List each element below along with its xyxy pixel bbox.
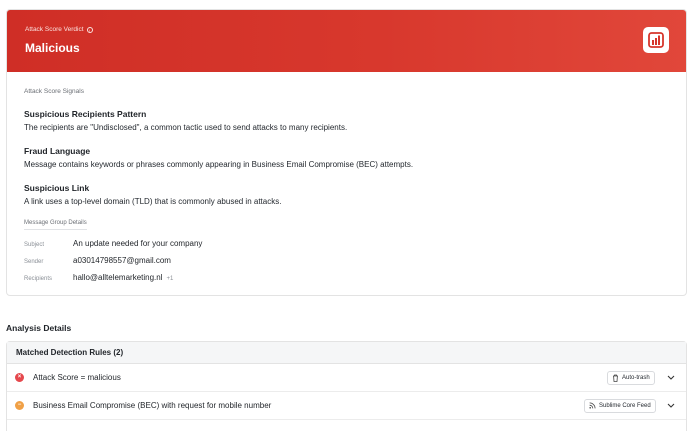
signal-description: A link uses a top-level domain (TLD) tha…	[24, 197, 282, 206]
feed-tag[interactable]: Sublime Core Feed	[584, 398, 656, 413]
signal-description: The recipients are "Undisclosed", a comm…	[24, 123, 348, 132]
message-group-details: Subject An update needed for your compan…	[24, 239, 669, 282]
analysis-details-title: Analysis Details	[6, 323, 72, 333]
rss-icon	[589, 402, 596, 409]
subject-row: Subject An update needed for your compan…	[24, 239, 669, 248]
attack-score-card: Attack Score Verdict i Malicious Attack …	[6, 9, 687, 296]
signals-section-label: Attack Score Signals	[24, 88, 84, 95]
signal-item: Fraud Language Message contains keywords…	[24, 146, 669, 169]
subject-key: Subject	[24, 242, 45, 248]
chevron-down-icon[interactable]	[666, 373, 676, 383]
verdict-label: Attack Score Verdict i	[25, 26, 93, 33]
message-group-label: Message Group Details	[24, 220, 87, 230]
chevron-down-icon[interactable]	[666, 401, 676, 411]
verdict-value: Malicious	[25, 41, 80, 55]
sender-value: a03014798557@gmail.com	[73, 256, 171, 265]
feed-label: Sublime Core Feed	[599, 402, 651, 409]
info-icon[interactable]: i	[86, 26, 93, 33]
bar-chart-icon	[643, 27, 669, 53]
verdict-label-text: Attack Score Verdict	[25, 26, 84, 33]
rule-name: Business Email Compromise (BEC) with req…	[33, 401, 272, 410]
signal-item: Suspicious Link A link uses a top-level …	[24, 183, 669, 206]
rule-row[interactable]: × Attack Score = malicious Auto-trash	[7, 364, 686, 392]
signal-description: Message contains keywords or phrases com…	[24, 160, 414, 169]
rule-name: Attack Score = malicious	[33, 373, 121, 382]
signal-title: Suspicious Link	[24, 183, 90, 193]
recipients-value: hallo@alltelemarketing.nl	[73, 273, 163, 282]
signals-section: Attack Score Signals Suspicious Recipien…	[7, 72, 686, 282]
recipients-extra-count[interactable]: +1	[167, 276, 174, 282]
auto-trash-label: Auto-trash	[622, 374, 650, 381]
signal-item: Suspicious Recipients Pattern The recipi…	[24, 109, 669, 132]
recipients-key: Recipients	[24, 276, 53, 282]
trash-icon	[613, 374, 618, 382]
matched-rules-panel: Matched Detection Rules (2) × Attack Sco…	[6, 341, 687, 431]
malicious-status-icon: ×	[15, 373, 24, 382]
matched-rules-header: Matched Detection Rules (2)	[7, 342, 686, 364]
verdict-banner: Attack Score Verdict i Malicious	[7, 10, 686, 72]
signal-title: Fraud Language	[24, 146, 91, 156]
recipients-row: Recipients hallo@alltelemarketing.nl +1	[24, 273, 669, 282]
suspicious-status-icon: −	[15, 401, 24, 410]
sender-row: Sender a03014798557@gmail.com	[24, 256, 669, 265]
auto-trash-tag[interactable]: Auto-trash	[607, 370, 655, 385]
rule-row[interactable]: − Business Email Compromise (BEC) with r…	[7, 392, 686, 420]
subject-value: An update needed for your company	[73, 239, 203, 248]
sender-key: Sender	[24, 259, 44, 265]
signal-title: Suspicious Recipients Pattern	[24, 109, 147, 119]
